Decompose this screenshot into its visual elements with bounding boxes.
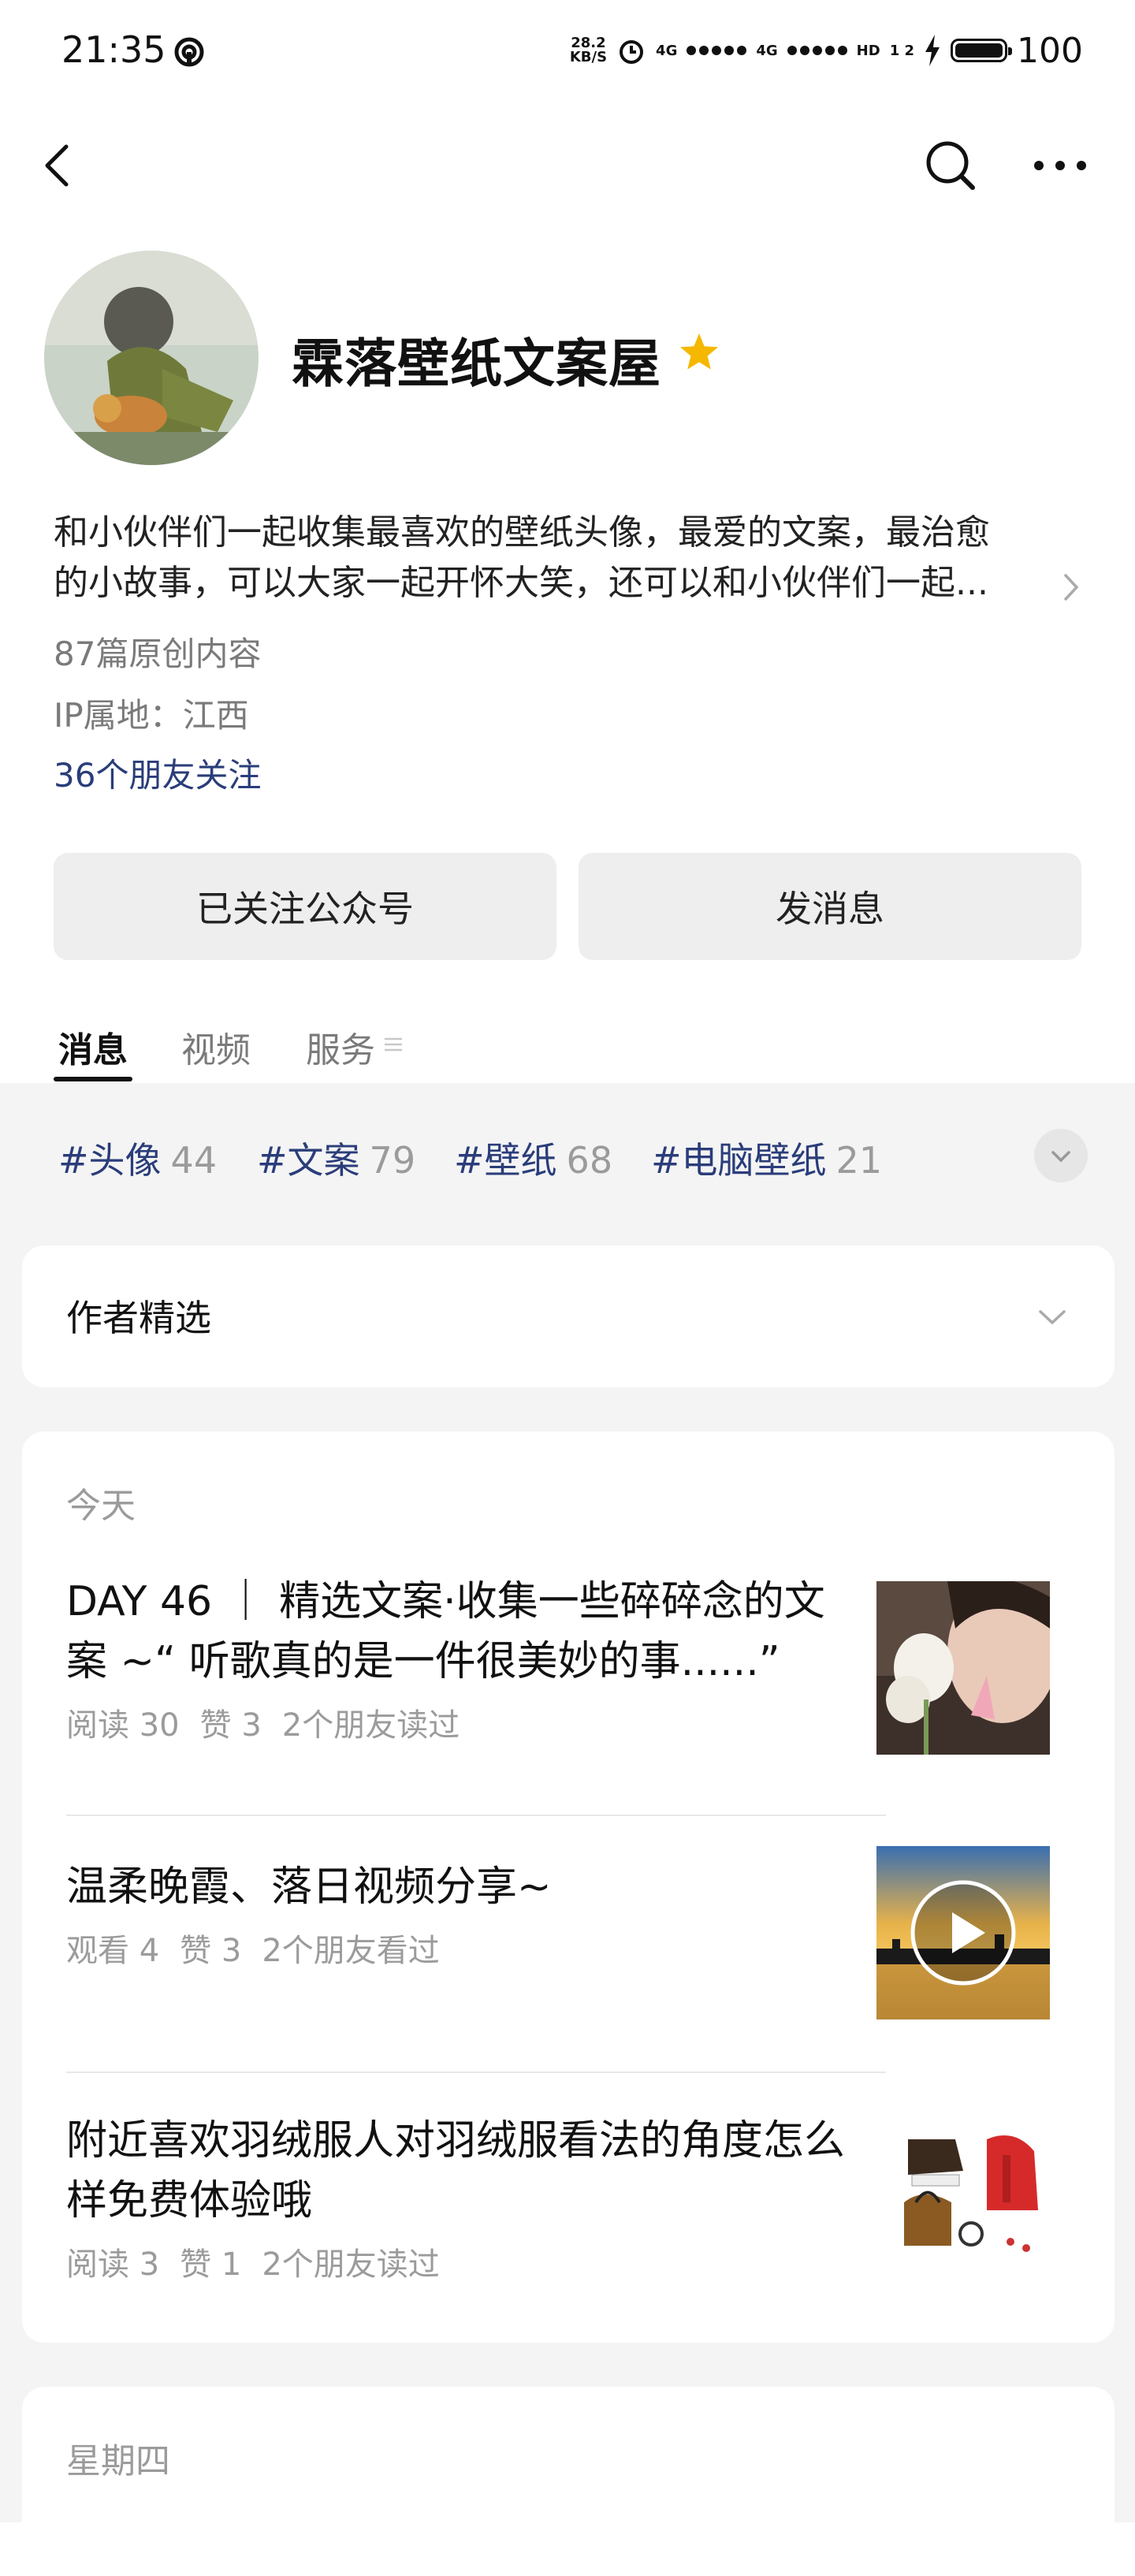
tab-active-indicator <box>54 1077 132 1081</box>
avatar-image <box>44 251 259 465</box>
status-time: 21:35 <box>61 28 166 71</box>
tag-wallpaper[interactable]: #壁纸 68 <box>454 1132 612 1184</box>
today-card: 今天 DAY 46 ｜ 精选文案·收集一些碎碎念的文案 ~“ 听歌真的是一件很美… <box>22 1431 1115 2343</box>
followed-button[interactable]: 已关注公众号 <box>54 853 556 960</box>
article-thumbnail[interactable] <box>876 1581 1050 1755</box>
expand-tags-button[interactable] <box>1034 1129 1088 1182</box>
signal1-label: 4G <box>656 42 678 59</box>
chevron-down-icon <box>1051 1151 1070 1163</box>
friends-following-link[interactable]: 36个朋友关注 <box>54 749 261 797</box>
alarm-icon <box>620 40 644 64</box>
hotspot-icon <box>174 37 204 67</box>
signal2-label: 4G <box>756 42 778 59</box>
verified-star-icon <box>680 333 718 370</box>
fashion-items-image <box>876 2108 1050 2281</box>
signal-icon <box>787 46 847 55</box>
network-speed: 28.2 KB/S <box>569 35 608 65</box>
tab-services[interactable]: 服务 <box>306 1022 375 1072</box>
battery-level: 100 <box>1017 30 1083 71</box>
article-title: DAY 46 ｜ 精选文案·收集一些碎碎念的文案 ~“ 听歌真的是一件很美妙的事… <box>66 1578 825 1685</box>
tab-bar: 消息 视频 服务 <box>0 1017 1135 1083</box>
tag-copywriting[interactable]: #文案 79 <box>257 1132 415 1184</box>
more-icon[interactable] <box>1025 137 1096 194</box>
nav-bar <box>0 118 1135 213</box>
featured-title: 作者精选 <box>66 1297 211 1339</box>
signal-icon <box>687 46 747 55</box>
tab-videos[interactable]: 视频 <box>181 1022 251 1072</box>
original-count: 87篇原创内容 <box>54 635 262 673</box>
account-description[interactable]: 和小伙伴们一起收集最喜欢的壁纸头像，最爱的文案，最治愈 的小故事，可以大家一起开… <box>54 508 1070 609</box>
tag-avatar[interactable]: #头像 44 <box>58 1132 217 1184</box>
tab-messages[interactable]: 消息 <box>58 1022 128 1072</box>
video-thumbnail[interactable] <box>876 1846 1050 2019</box>
chevron-down-icon <box>1039 1310 1066 1325</box>
featured-card[interactable]: 作者精选 <box>22 1245 1115 1387</box>
chevron-right-icon[interactable] <box>1059 568 1083 607</box>
date-label-today: 今天 <box>66 1486 136 1526</box>
sim-label: 1 2 <box>889 42 915 59</box>
article-title: 附近喜欢羽绒服人对羽绒服看法的角度怎么样免费体验哦 <box>66 2117 846 2224</box>
description-line: 和小伙伴们一起收集最喜欢的壁纸头像，最爱的文案，最治愈 <box>54 512 990 553</box>
back-arrow-icon[interactable] <box>32 137 88 194</box>
play-icon <box>910 1880 1016 1986</box>
thursday-card: 星期四 <box>22 2387 1115 2576</box>
date-label-thursday: 星期四 <box>66 2441 170 2481</box>
avatar[interactable] <box>44 251 259 465</box>
divider <box>66 2072 886 2073</box>
tag-pc-wallpaper[interactable]: #电脑壁纸 21 <box>651 1132 882 1184</box>
tag-bar: #头像 44 #文案 79 #壁纸 68 #电脑壁纸 21 <box>0 1088 1135 1222</box>
portrait-image <box>876 1581 1050 1755</box>
ip-location: IP属地：江西 <box>54 696 249 735</box>
menu-icon[interactable] <box>383 1034 404 1055</box>
search-icon[interactable] <box>922 137 979 194</box>
status-icons: 28.2 KB/S 4G 4G HD 1 2 100 <box>570 27 1083 74</box>
status-bar: 21:35 28.2 KB/S 4G 4G HD 1 2 100 <box>0 0 1135 95</box>
article-title: 温柔晚霞、落日视频分享~ <box>66 1863 552 1911</box>
hd-label: HD <box>856 42 880 59</box>
description-line: 的小故事，可以大家一起开怀大笑，还可以和小伙伴们一起... <box>54 563 988 603</box>
divider <box>66 1815 886 1816</box>
account-name: 霖落壁纸文案屋 <box>292 333 661 394</box>
charging-icon <box>925 35 940 66</box>
battery-icon <box>951 39 1013 62</box>
article-thumbnail[interactable] <box>876 2108 1050 2281</box>
send-message-button[interactable]: 发消息 <box>579 853 1081 960</box>
